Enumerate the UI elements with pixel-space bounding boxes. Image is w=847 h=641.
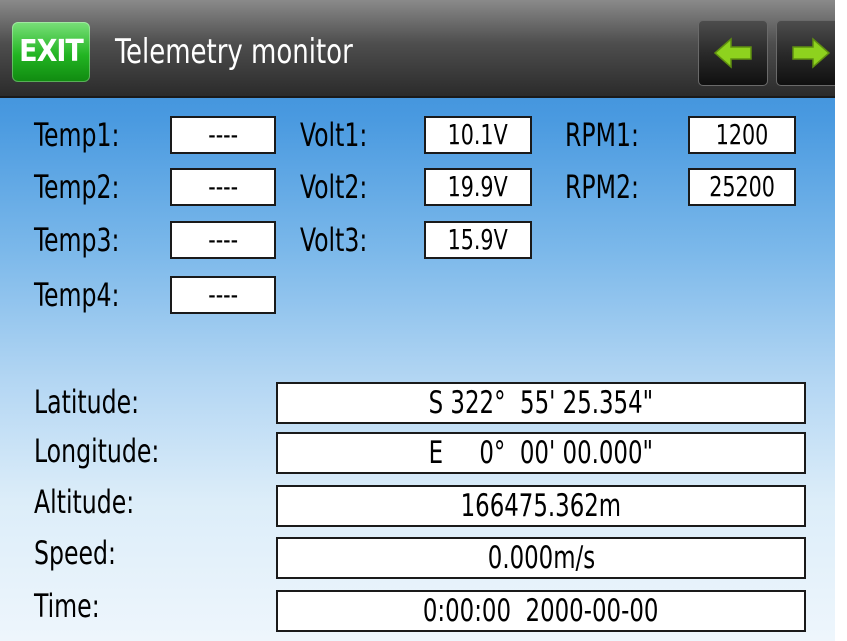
- temp2-label: Temp2:: [34, 168, 120, 206]
- volt2-label: Volt2:: [300, 168, 368, 206]
- temp1-value: ----: [170, 116, 276, 154]
- page-title: Telemetry monitor: [115, 32, 353, 72]
- longitude-label: Longitude:: [34, 432, 160, 470]
- speed-label: Speed:: [34, 534, 116, 572]
- temp3-label: Temp3:: [34, 221, 120, 259]
- title-bar: EXIT Telemetry monitor: [0, 0, 835, 98]
- next-page-button[interactable]: [776, 20, 835, 86]
- temp3-value: ----: [170, 221, 276, 259]
- volt1-label: Volt1:: [300, 116, 368, 154]
- exit-button[interactable]: EXIT: [12, 22, 90, 82]
- time-value: 0:00:00 2000-00-00: [276, 590, 806, 632]
- rpm2-value: 25200: [688, 168, 796, 206]
- telemetry-screen: EXIT Telemetry monitor Temp1: ---- Temp2…: [0, 0, 835, 641]
- longitude-value: E 0° 00' 00.000": [276, 432, 806, 474]
- latitude-label: Latitude:: [34, 383, 140, 421]
- volt3-label: Volt3:: [300, 221, 368, 259]
- rpm1-label: RPM1:: [565, 116, 639, 154]
- previous-page-button[interactable]: [698, 20, 768, 86]
- volt1-value: 10.1V: [424, 116, 532, 154]
- volt3-value: 15.9V: [424, 221, 532, 259]
- arrow-right-icon: [792, 37, 831, 69]
- arrow-left-icon: [713, 37, 752, 69]
- rpm1-value: 1200: [688, 116, 796, 154]
- speed-value: 0.000m/s: [276, 537, 806, 579]
- temp2-value: ----: [170, 168, 276, 206]
- altitude-label: Altitude:: [34, 483, 135, 521]
- altitude-value: 166475.362m: [276, 485, 806, 527]
- temp1-label: Temp1:: [34, 116, 120, 154]
- volt2-value: 19.9V: [424, 168, 532, 206]
- temp4-value: ----: [170, 276, 276, 314]
- rpm2-label: RPM2:: [565, 168, 639, 206]
- latitude-value: S 322° 55' 25.354": [276, 382, 806, 424]
- time-label: Time:: [34, 587, 100, 625]
- temp4-label: Temp4:: [34, 276, 120, 314]
